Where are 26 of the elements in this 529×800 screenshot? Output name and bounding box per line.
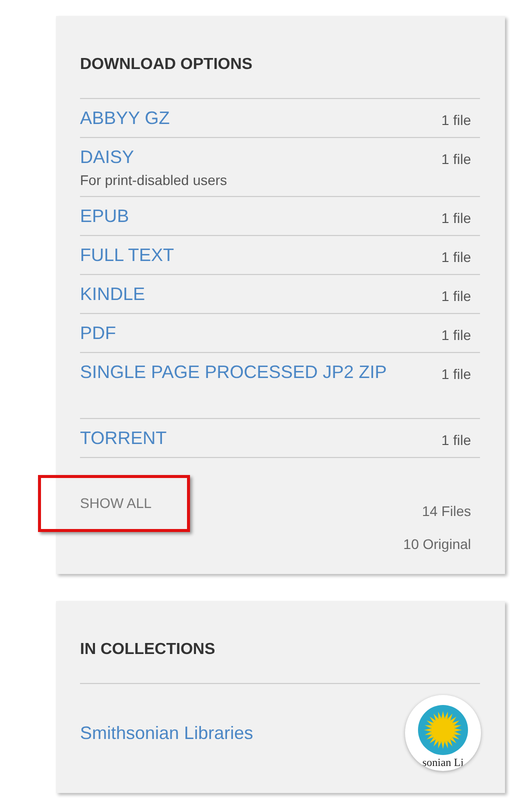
logo-text: sonian Li (422, 757, 464, 769)
file-count: 1 file (441, 327, 471, 343)
format-link[interactable]: ABBYY GZ (80, 108, 170, 128)
format-link[interactable]: EPUB (80, 206, 130, 226)
show-all-link[interactable]: SHOW ALL (80, 495, 152, 552)
file-total: 10 Original (403, 536, 471, 552)
sun-icon (418, 705, 468, 755)
file-total: 14 Files (422, 503, 471, 519)
file-count: 1 file (441, 249, 471, 265)
format-link[interactable]: PDF (80, 323, 116, 343)
file-count: 1 file (441, 112, 471, 128)
file-count: 1 file (441, 288, 471, 304)
file-count: 1 file (441, 151, 471, 167)
format-note: For print-disabled users (80, 172, 228, 188)
format-link[interactable]: SINGLE PAGE PROCESSED JP2 ZIP (80, 362, 387, 382)
format-link[interactable]: KINDLE (80, 284, 146, 304)
format-link[interactable]: FULL TEXT (80, 245, 174, 265)
format-link[interactable]: DAISY (80, 147, 134, 167)
section-title: DOWNLOAD OPTIONS (80, 56, 480, 99)
format-link[interactable]: TORRENT (80, 428, 167, 448)
section-title: IN COLLECTIONS (80, 641, 480, 684)
file-count: 1 file (441, 366, 471, 382)
collection-link[interactable]: Smithsonian Libraries (80, 722, 254, 744)
file-count: 1 file (441, 432, 471, 448)
collection-logo[interactable]: sonian Li (405, 695, 481, 771)
file-count: 1 file (441, 210, 471, 226)
